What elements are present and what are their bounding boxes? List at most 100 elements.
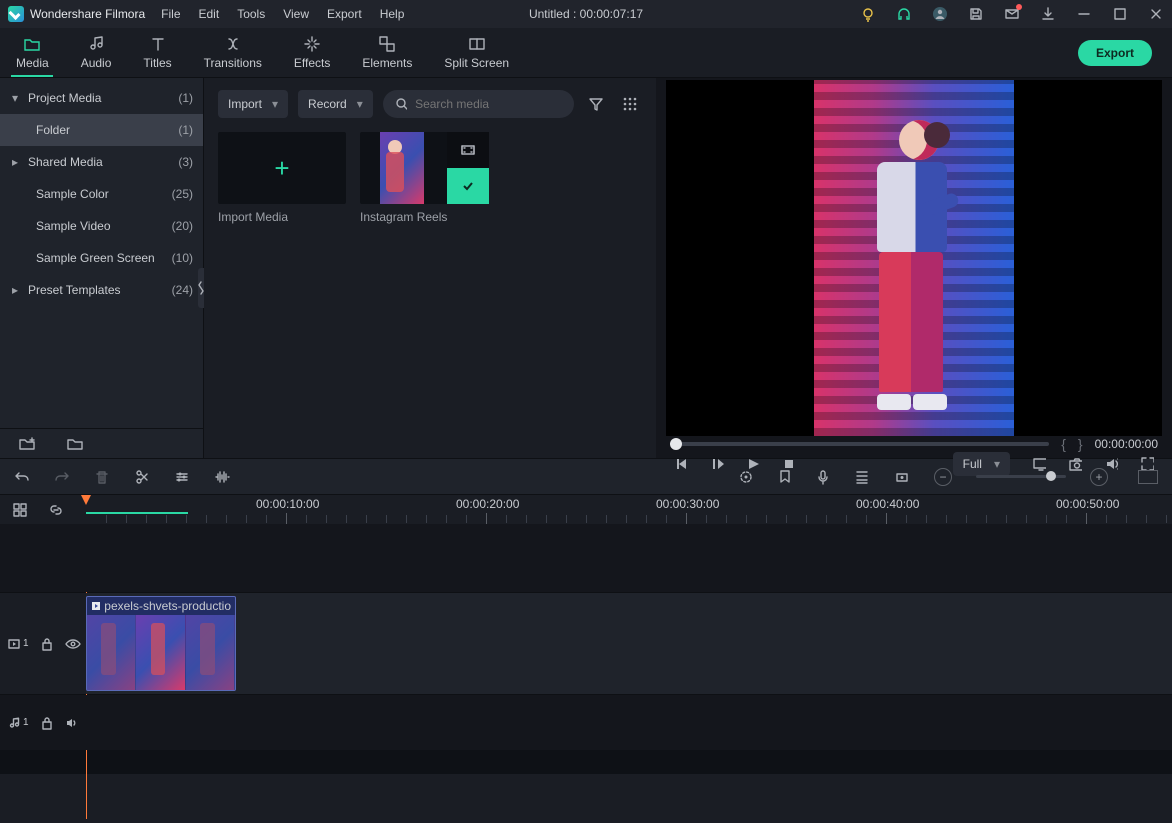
track-manager-icon[interactable] [12,502,28,518]
ruler-minor-tick [446,515,447,523]
redo-button[interactable] [54,469,70,485]
menu-edit[interactable]: Edit [199,7,220,21]
menu-file[interactable]: File [161,7,180,21]
scrub-track[interactable] [670,442,1049,446]
sidebar-item[interactable]: Sample Video(20) [0,210,203,242]
import-media-tile[interactable]: + Import Media [218,132,346,224]
audio-track-icon[interactable]: 1 [8,717,29,729]
new-folder-icon[interactable] [18,436,36,452]
menu-help[interactable]: Help [380,7,405,21]
preview-quality-select[interactable]: Full ▾ [953,452,1010,476]
account-icon[interactable] [932,6,948,22]
open-folder-icon[interactable] [66,436,84,452]
speaker-icon[interactable] [65,717,79,729]
ruler-minor-tick [426,515,427,523]
chevron-down-icon: ▾ [272,97,278,111]
adjust-icon[interactable] [174,469,190,485]
lightbulb-icon[interactable] [860,6,876,22]
search-input[interactable] [415,97,562,111]
zoom-out-button[interactable]: − [934,468,952,486]
import-dropdown[interactable]: Import ▾ [218,90,288,118]
video-track-body[interactable]: pexels-shvets-productio [86,593,1172,694]
expander-icon: ▸ [12,155,20,169]
overlay-track[interactable] [0,524,1172,592]
expander-icon: ▸ [12,283,20,297]
delete-button[interactable] [94,469,110,485]
mark-in-button[interactable]: { [1061,436,1066,452]
ruler-minor-tick [766,515,767,523]
tab-elements[interactable]: Elements [346,27,428,77]
media-sidebar: ▾Project Media(1)Folder(1)▸Shared Media(… [0,78,204,458]
filter-icon[interactable] [584,92,608,116]
scrub-thumb[interactable] [670,438,682,450]
window-maximize-icon[interactable] [1112,6,1128,22]
tab-media[interactable]: Media [0,27,65,77]
preview-canvas[interactable] [666,80,1162,436]
menu-tools[interactable]: Tools [237,7,265,21]
lock-icon[interactable] [41,716,53,730]
zoom-thumb[interactable] [1046,471,1056,481]
thumb-label: Instagram Reels [360,210,488,224]
sidebar-item[interactable]: Sample Green Screen(10) [0,242,203,274]
voiceover-icon[interactable] [816,469,830,485]
record-label: Record [308,97,347,111]
download-icon[interactable] [1040,6,1056,22]
undo-button[interactable] [14,469,30,485]
snapshot-icon[interactable] [1068,457,1082,471]
audio-track-body[interactable] [86,695,1172,750]
marker-icon[interactable] [778,469,792,485]
audio-track-head: 1 [0,695,86,750]
grid-view-icon[interactable] [618,92,642,116]
ruler-minor-tick [346,515,347,523]
search-media[interactable] [383,90,574,118]
split-button[interactable] [134,469,150,485]
media-clip-tile[interactable]: Instagram Reels [360,132,488,224]
tab-titles[interactable]: Titles [127,27,187,77]
sidebar-item-count: (3) [178,155,193,169]
window-minimize-icon[interactable] [1076,6,1092,22]
headphones-icon[interactable] [896,6,912,22]
export-button[interactable]: Export [1078,40,1152,66]
mark-out-button[interactable]: } [1078,436,1083,452]
sidebar-item[interactable]: ▾Project Media(1) [0,82,203,114]
window-close-icon[interactable] [1148,6,1164,22]
zoom-slider[interactable] [976,475,1066,478]
lock-icon[interactable] [41,637,53,651]
menu-export[interactable]: Export [327,7,362,21]
timeline-ruler[interactable]: 00:00:10:0000:00:20:0000:00:30:0000:00:4… [86,495,1172,524]
eye-icon[interactable] [65,638,81,650]
tab-split-screen[interactable]: Split Screen [428,27,525,77]
play-pause-button[interactable] [710,457,724,471]
save-icon[interactable] [968,6,984,22]
sidebar-item[interactable]: Folder(1) [0,114,203,146]
ruler-minor-tick [1006,515,1007,523]
sidebar-item[interactable]: ▸Shared Media(3) [0,146,203,178]
ruler-label: 00:00:10:00 [256,497,319,511]
prev-frame-button[interactable] [674,457,688,471]
ruler-minor-tick [566,515,567,523]
tab-transitions[interactable]: Transitions [188,27,278,77]
message-icon[interactable] [1004,6,1020,22]
panel-resize-handle[interactable] [198,268,204,308]
sidebar-item[interactable]: ▸Preset Templates(24) [0,274,203,306]
tab-effects[interactable]: Effects [278,27,346,77]
timeline-clip[interactable]: pexels-shvets-productio [86,596,236,691]
tab-audio[interactable]: Audio [65,27,128,77]
display-icon[interactable] [1032,457,1046,471]
record-dropdown[interactable]: Record ▾ [298,90,373,118]
keyframe-icon[interactable] [894,469,910,485]
ruler-minor-tick [746,515,747,523]
ruler-minor-tick [1166,515,1167,523]
link-icon[interactable] [48,502,64,518]
zoom-in-button[interactable]: + [1090,468,1108,486]
app-logo-icon [8,6,24,22]
audio-wave-icon[interactable] [214,469,232,485]
volume-icon[interactable] [1104,457,1118,471]
video-track-icon[interactable]: 1 [8,638,29,649]
ruler-minor-tick [846,515,847,523]
sidebar-item[interactable]: Sample Color(25) [0,178,203,210]
menu-view[interactable]: View [283,7,309,21]
zoom-fit-button[interactable] [1138,470,1158,484]
audio-mixer-icon[interactable] [854,469,870,485]
target-icon[interactable] [738,469,754,485]
